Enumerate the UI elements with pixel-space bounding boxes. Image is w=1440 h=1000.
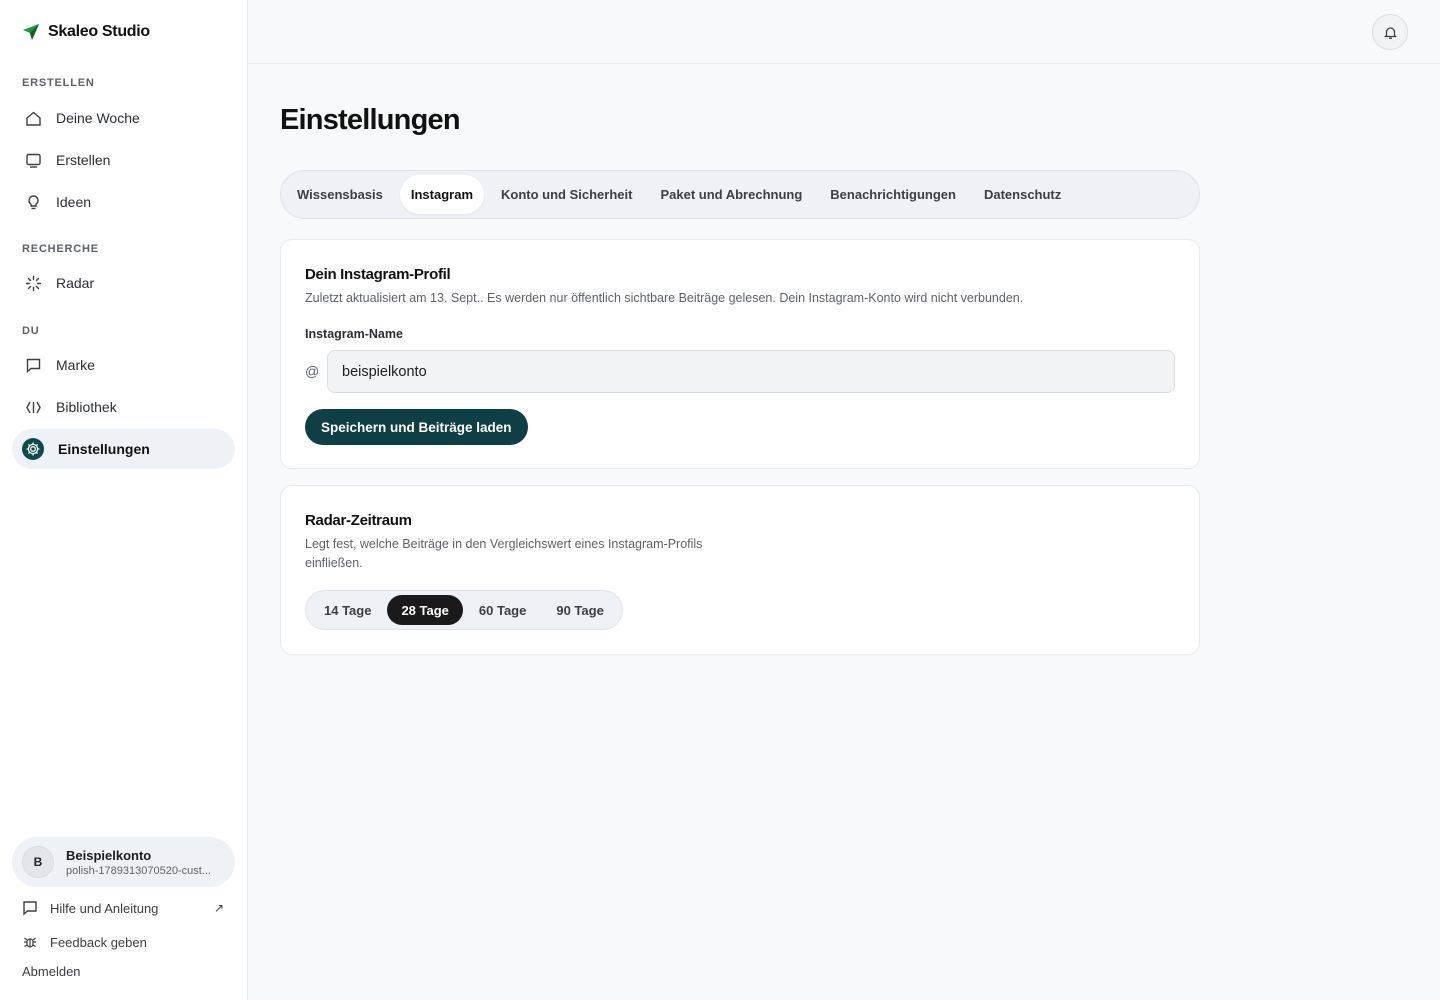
app-name: Skaleo Studio [48,23,150,40]
brand[interactable]: Skaleo Studio [22,20,150,44]
tab-wissensbasis[interactable]: Wissensbasis [286,175,394,214]
tab-datenschutz[interactable]: Datenschutz [973,175,1072,214]
card-description-line-1: Legt fest, welche Beiträge in den Vergle… [305,537,703,551]
topbar [248,0,1440,64]
account-card[interactable]: B Beispielkonto polish-1789313070520-cus… [12,837,235,887]
external-link-icon[interactable]: ↗ [214,901,224,915]
sidebar-item-bibliothek[interactable]: Bibliothek [12,387,235,427]
notifications-button[interactable] [1372,14,1408,50]
period-option-90[interactable]: 90 Tage [542,595,617,625]
instagram-profile-card: Dein Instagram-Profil Zuletzt aktualisie… [280,239,1200,469]
tab-benachrichtigungen[interactable]: Benachrichtigungen [819,175,967,214]
card-title: Radar-Zeitraum [305,512,412,529]
tab-konto-und-sicherheit[interactable]: Konto und Sicherheit [490,175,643,214]
feedback-link[interactable]: Feedback geben [22,934,147,950]
period-option-28[interactable]: 28 Tage [387,595,463,625]
sidebar-item-ideen[interactable]: Ideen [12,182,235,222]
tab-paket-und-abrechnung[interactable]: Paket und Abrechnung [649,175,813,214]
sidebar-item-label: Radar [56,275,95,291]
avatar: B [22,846,54,878]
logo-icon [23,24,39,40]
monitor-icon [24,151,42,169]
help-link[interactable]: Hilfe und Anleitung [22,900,158,916]
gear-icon [22,438,44,460]
home-icon [24,109,42,127]
help-link-label: Hilfe und Anleitung [50,900,159,916]
period-option-14[interactable]: 14 Tage [310,595,385,625]
sidebar-item-label: Ideen [56,194,92,210]
tab-instagram[interactable]: Instagram [399,175,485,214]
page-title: Einstellungen [280,104,461,136]
library-icon [24,398,42,416]
chat-icon [24,356,42,374]
card-description: Zuletzt aktualisiert am 13. Sept.. Es we… [305,291,1024,305]
feedback-link-label: Feedback geben [50,934,147,950]
sidebar-item-label: Erstellen [56,152,111,168]
instagram-name-label: Instagram-Name [305,327,403,341]
card-title: Dein Instagram-Profil [305,266,451,283]
bell-icon [1383,26,1397,39]
period-selector: 14 Tage 28 Tage 60 Tage 90 Tage [305,590,623,630]
sidebar-item-einstellungen[interactable]: Einstellungen [12,429,235,469]
logout-label: Abmelden [22,964,81,979]
section-label-recherche: RECHERCHE [22,243,99,255]
lightbulb-icon [24,193,42,211]
sidebar-item-erstellen[interactable]: Erstellen [12,140,235,180]
account-name: Beispielkonto [66,847,152,863]
sidebar-item-label: Deine Woche [56,110,140,126]
bug-icon [22,934,38,950]
at-symbol: @ [305,363,320,379]
help-chat-icon [22,900,38,916]
radar-icon [24,274,42,292]
sidebar-item-label: Bibliothek [56,399,117,415]
card-description-line-2: einfließen. [305,556,363,570]
account-id: polish-1789313070520-cust... [66,864,211,877]
radar-period-card: Radar-Zeitraum Legt fest, welche Beiträg… [280,485,1200,655]
save-and-load-button[interactable]: Speichern und Beiträge laden [305,409,528,445]
sidebar-item-deine-woche[interactable]: Deine Woche [12,98,235,138]
period-option-60[interactable]: 60 Tage [465,595,540,625]
settings-tabs: Wissensbasis Instagram Konto und Sicherh… [280,170,1200,219]
sidebar-item-label: Marke [56,357,95,373]
sidebar: Skaleo Studio ERSTELLEN Deine Woche Erst… [0,0,248,1000]
sidebar-item-radar[interactable]: Radar [12,263,235,303]
sidebar-item-marke[interactable]: Marke [12,345,235,385]
section-label-erstellen: ERSTELLEN [22,77,95,89]
sidebar-item-label: Einstellungen [58,441,150,457]
section-label-du: DU [22,325,40,337]
logout-link[interactable]: Abmelden [22,964,81,979]
instagram-name-input[interactable] [327,350,1175,393]
